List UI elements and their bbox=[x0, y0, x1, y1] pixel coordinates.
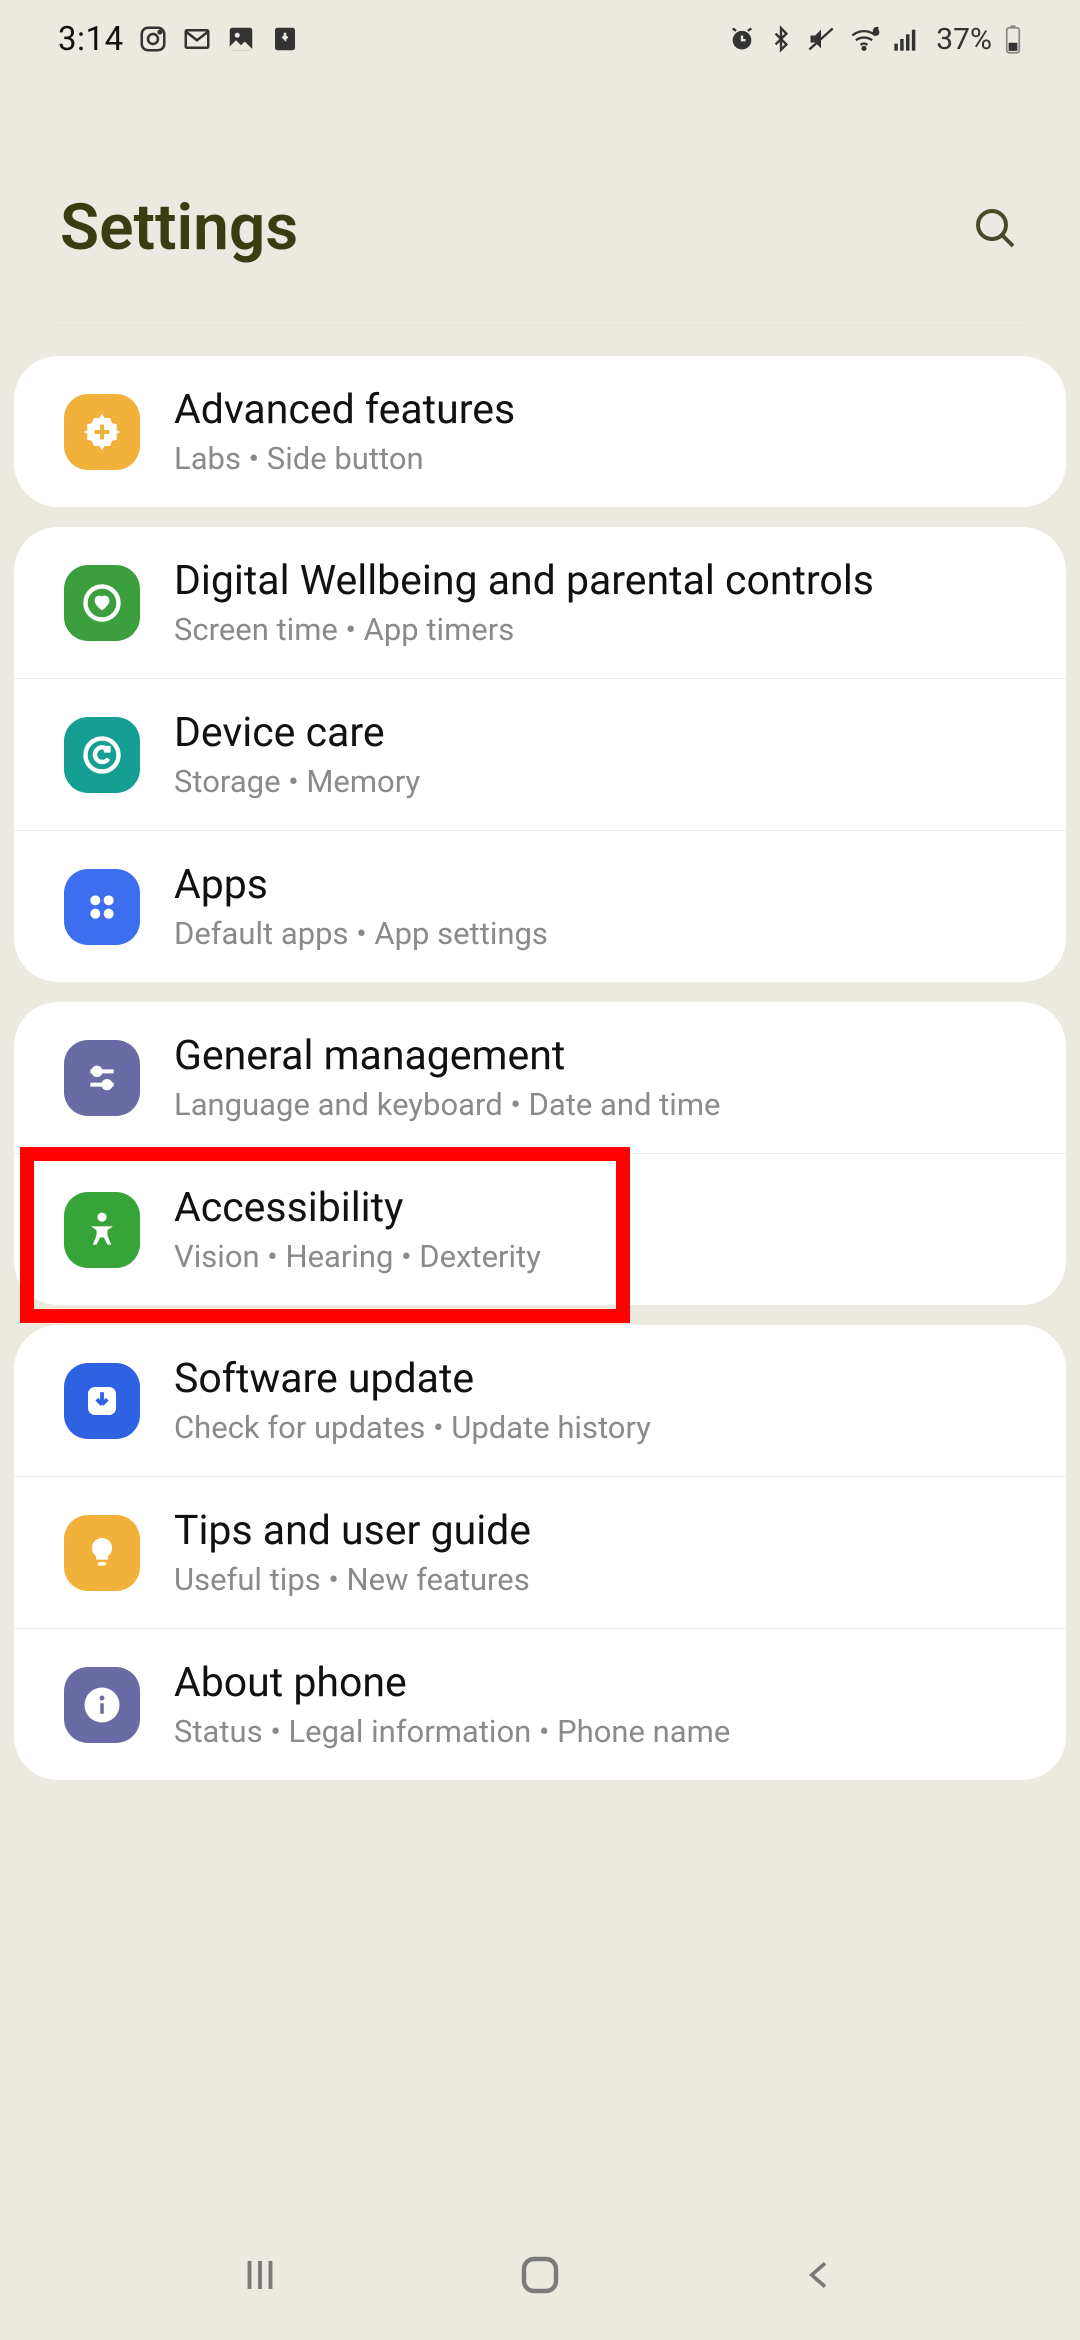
svg-text:6: 6 bbox=[874, 26, 879, 37]
heart-circle-icon bbox=[64, 565, 140, 641]
settings-row-accessibility[interactable]: Accessibility Vision • Hearing • Dexterit… bbox=[14, 1153, 1066, 1305]
row-title: General management bbox=[174, 1032, 1030, 1080]
home-icon bbox=[516, 2251, 564, 2299]
search-button[interactable] bbox=[970, 203, 1020, 253]
row-text: Accessibility Vision • Hearing • Dexterit… bbox=[174, 1184, 1030, 1275]
row-subtitle: Labs • Side button bbox=[174, 440, 1030, 477]
navigation-bar bbox=[0, 2220, 1080, 2340]
search-icon bbox=[971, 204, 1019, 252]
recents-icon bbox=[239, 2254, 281, 2296]
settings-row-device-care[interactable]: Device care Storage • Memory bbox=[14, 678, 1066, 830]
recents-button[interactable] bbox=[230, 2245, 290, 2305]
row-subtitle: Language and keyboard • Date and time bbox=[174, 1086, 1030, 1123]
settings-group: Software update Check for updates • Updat… bbox=[14, 1325, 1066, 1780]
info-icon bbox=[64, 1667, 140, 1743]
battery-icon bbox=[1004, 24, 1022, 54]
row-text: Tips and user guide Useful tips • New fea… bbox=[174, 1507, 1030, 1598]
battery-percentage: 37% bbox=[936, 22, 992, 57]
settings-row-general-management[interactable]: General management Language and keyboard … bbox=[14, 1002, 1066, 1153]
settings-row-digital-wellbeing[interactable]: Digital Wellbeing and parental controls S… bbox=[14, 527, 1066, 678]
row-subtitle: Useful tips • New features bbox=[174, 1561, 1030, 1598]
back-icon bbox=[800, 2255, 840, 2295]
mute-icon bbox=[806, 25, 836, 53]
home-button[interactable] bbox=[510, 2245, 570, 2305]
back-button[interactable] bbox=[790, 2245, 850, 2305]
row-title: Accessibility bbox=[174, 1184, 1030, 1232]
row-text: Advanced features Labs • Side button bbox=[174, 386, 1030, 477]
settings-row-about-phone[interactable]: About phone Status • Legal information • … bbox=[14, 1628, 1066, 1780]
row-text: Digital Wellbeing and parental controls S… bbox=[174, 557, 1030, 648]
row-subtitle: Storage • Memory bbox=[174, 763, 1030, 800]
row-title: Device care bbox=[174, 709, 1030, 757]
signal-icon bbox=[892, 25, 920, 53]
row-text: General management Language and keyboard … bbox=[174, 1032, 1030, 1123]
settings-row-software-update[interactable]: Software update Check for updates • Updat… bbox=[14, 1325, 1066, 1476]
settings-row-tips[interactable]: Tips and user guide Useful tips • New fea… bbox=[14, 1476, 1066, 1628]
wifi-icon: 6 bbox=[848, 25, 880, 53]
row-text: Device care Storage • Memory bbox=[174, 709, 1030, 800]
photos-icon bbox=[226, 24, 256, 54]
page-title: Settings bbox=[60, 190, 298, 265]
person-icon bbox=[64, 1192, 140, 1268]
settings-group: Digital Wellbeing and parental controls S… bbox=[14, 527, 1066, 982]
settings-row-advanced-features[interactable]: Advanced features Labs • Side button bbox=[14, 356, 1066, 507]
bluetooth-icon bbox=[768, 25, 794, 53]
settings-group: General management Language and keyboard … bbox=[14, 1002, 1066, 1305]
lightbulb-icon bbox=[64, 1515, 140, 1591]
update-icon bbox=[270, 24, 300, 54]
alarm-icon bbox=[728, 25, 756, 53]
status-clock: 3:14 bbox=[58, 20, 124, 59]
row-text: Apps Default apps • App settings bbox=[174, 861, 1030, 952]
row-subtitle: Check for updates • Update history bbox=[174, 1409, 1030, 1446]
row-title: Tips and user guide bbox=[174, 1507, 1030, 1555]
settings-group: Advanced features Labs • Side button bbox=[14, 356, 1066, 507]
instagram-icon bbox=[138, 24, 168, 54]
row-subtitle: Default apps • App settings bbox=[174, 915, 1030, 952]
status-right: 6 37% bbox=[728, 22, 1022, 57]
header-divider bbox=[50, 325, 1030, 326]
settings-row-apps[interactable]: Apps Default apps • App settings bbox=[14, 830, 1066, 982]
row-subtitle: Screen time • App timers bbox=[174, 611, 1030, 648]
status-left: 3:14 bbox=[58, 20, 300, 59]
sliders-icon bbox=[64, 1040, 140, 1116]
row-text: About phone Status • Legal information • … bbox=[174, 1659, 1030, 1750]
download-circle-icon bbox=[64, 1363, 140, 1439]
row-subtitle: Status • Legal information • Phone name bbox=[174, 1713, 1030, 1750]
status-bar: 3:14 6 37% bbox=[0, 0, 1080, 78]
row-text: Software update Check for updates • Updat… bbox=[174, 1355, 1030, 1446]
refresh-circle-icon bbox=[64, 717, 140, 793]
gmail-icon bbox=[182, 24, 212, 54]
row-title: About phone bbox=[174, 1659, 1030, 1707]
apps-grid-icon bbox=[64, 869, 140, 945]
row-title: Software update bbox=[174, 1355, 1030, 1403]
cog-plus-icon bbox=[64, 394, 140, 470]
settings-header: Settings bbox=[0, 78, 1080, 325]
row-title: Advanced features bbox=[174, 386, 1030, 434]
row-title: Digital Wellbeing and parental controls bbox=[174, 557, 1030, 605]
row-title: Apps bbox=[174, 861, 1030, 909]
row-subtitle: Vision • Hearing • Dexterity bbox=[174, 1238, 1030, 1275]
